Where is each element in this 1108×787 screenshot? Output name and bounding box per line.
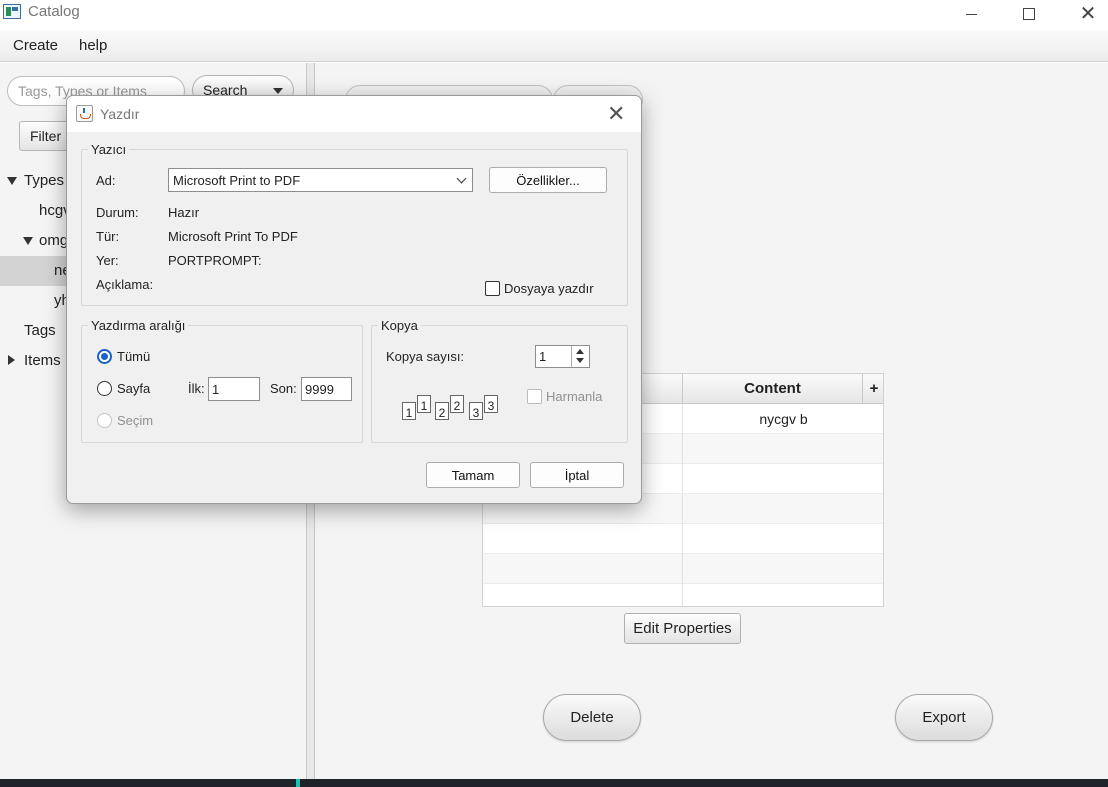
dialog-title: Yazdır	[100, 106, 140, 122]
menu-help[interactable]: help	[79, 37, 107, 54]
status-label: Durum:	[96, 205, 139, 220]
taskbar-strip	[0, 779, 1108, 787]
dialog-title-bar: Yazdır ✕	[67, 96, 641, 132]
page-icon: 3	[484, 395, 498, 413]
chevron-down-icon	[456, 173, 467, 184]
filter-button-label: Filter	[30, 128, 62, 144]
collapse-arrow-icon[interactable]	[8, 355, 15, 365]
status-value: Hazır	[168, 205, 200, 220]
range-selection-label[interactable]: Seçim	[117, 413, 153, 428]
location-value: PORTPROMPT:	[168, 253, 262, 268]
minimize-icon	[965, 13, 977, 15]
copies-group-title: Kopya	[378, 318, 421, 333]
table-cell	[483, 524, 683, 554]
comment-label: Açıklama:	[96, 277, 154, 292]
print-to-file-label[interactable]: Dosyaya yazdır	[504, 281, 594, 296]
printer-group-title: Yazıcı	[88, 142, 130, 157]
table-row[interactable]	[483, 524, 883, 554]
type-value: Microsoft Print To PDF	[168, 229, 298, 244]
table-cell	[483, 584, 683, 606]
cancel-button[interactable]: İptal	[530, 462, 624, 488]
window-title: Catalog	[28, 3, 80, 20]
menu-bar: Create help	[0, 30, 1108, 62]
close-icon: ✕	[1079, 3, 1097, 25]
collate-label[interactable]: Harmanla	[546, 389, 602, 404]
tree-item-label: Tags	[24, 322, 56, 339]
maximize-button[interactable]	[1001, 0, 1057, 28]
dialog-close-button[interactable]: ✕	[607, 100, 625, 128]
menu-create[interactable]: Create	[13, 37, 58, 54]
tree-item-label: omg	[39, 232, 69, 249]
print-range-group-title: Yazdırma aralığı	[88, 318, 189, 333]
delete-button[interactable]: Delete	[543, 694, 641, 741]
from-label: İlk:	[188, 381, 205, 396]
table-cell: nycgv b	[683, 404, 883, 434]
edit-properties-button[interactable]: Edit Properties	[624, 613, 741, 644]
app-icon	[3, 4, 21, 19]
type-label: Tür:	[96, 229, 120, 244]
printer-select[interactable]: Microsoft Print to PDF	[168, 168, 473, 192]
range-pages-radio[interactable]	[97, 381, 112, 396]
to-label: Son:	[270, 381, 297, 396]
table-row[interactable]	[483, 584, 883, 606]
page-icon: 3	[469, 402, 483, 420]
add-column-button[interactable]: +	[863, 374, 883, 404]
column-header-content[interactable]: Content	[683, 374, 863, 404]
title-bar: Catalog ✕	[0, 0, 1108, 30]
print-to-file-checkbox[interactable]	[485, 281, 500, 296]
from-page-input[interactable]: 1	[208, 377, 260, 401]
to-page-input[interactable]: 9999	[301, 377, 352, 401]
spinner-buttons	[571, 346, 589, 367]
spinner-up-icon[interactable]	[576, 349, 584, 354]
ok-button[interactable]: Tamam	[426, 462, 520, 488]
printer-select-value: Microsoft Print to PDF	[173, 172, 301, 188]
expand-arrow-icon[interactable]	[7, 177, 17, 185]
copies-group: Kopya	[371, 318, 628, 443]
copies-value: 1	[539, 349, 547, 364]
export-button[interactable]: Export	[895, 694, 993, 741]
collate-checkbox[interactable]	[527, 389, 542, 404]
expand-arrow-icon[interactable]	[23, 237, 33, 245]
copies-spinner[interactable]: 1	[535, 345, 590, 368]
copies-label: Kopya sayısı:	[386, 349, 465, 364]
range-pages-label[interactable]: Sayfa	[117, 381, 150, 396]
close-button[interactable]: ✕	[1060, 0, 1108, 28]
range-all-radio[interactable]	[97, 349, 112, 364]
table-row[interactable]	[483, 554, 883, 584]
page-icon: 2	[435, 402, 449, 420]
spinner-down-icon[interactable]	[576, 358, 584, 363]
print-dialog: Yazdır ✕ Yazıcı Ad: Microsoft Print to P…	[66, 95, 642, 504]
java-icon	[76, 105, 93, 122]
taskbar-accent	[296, 779, 300, 787]
page-icon: 1	[417, 395, 431, 413]
range-all-label[interactable]: Tümü	[117, 349, 150, 364]
name-label: Ad:	[96, 173, 116, 188]
properties-button[interactable]: Özellikler...	[489, 167, 607, 193]
maximize-icon	[1023, 8, 1035, 20]
minimize-button[interactable]	[943, 0, 999, 28]
location-label: Yer:	[96, 253, 119, 268]
page-icon: 1	[402, 402, 416, 420]
tree-item-label: Types	[24, 172, 65, 189]
page-icon: 2	[450, 395, 464, 413]
table-cell	[483, 554, 683, 584]
range-selection-radio[interactable]	[97, 413, 112, 428]
dropdown-arrow-icon	[273, 88, 283, 94]
tree-item-label: Items	[24, 352, 61, 369]
